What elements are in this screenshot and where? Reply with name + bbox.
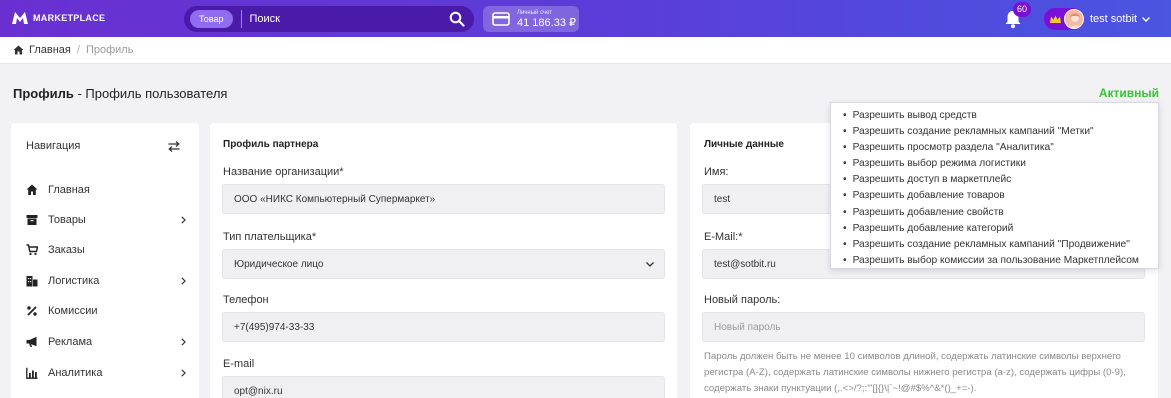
search-divider <box>240 10 242 28</box>
partner-card-title: Профиль партнера <box>223 139 319 150</box>
chevron-down-icon <box>1142 16 1151 22</box>
permission-item: Разрешить добавление категорий <box>843 221 1158 237</box>
personal-card-title: Личные данные <box>704 139 784 150</box>
permission-item: Разрешить вывод средств <box>843 108 1158 124</box>
org-name-value: ООО «НИКС Компьютерный Супермаркет» <box>234 193 436 205</box>
sidebar-item-logistics[interactable]: Логистика <box>26 271 186 291</box>
email-value: test@sotbit.ru <box>714 258 776 270</box>
logo[interactable]: MARKETPLACE <box>12 11 105 25</box>
home-icon <box>13 45 24 55</box>
org-name-field[interactable]: ООО «НИКС Компьютерный Супермаркет» <box>222 184 665 214</box>
search-icon[interactable] <box>449 11 465 27</box>
search-bar: Товар <box>184 6 474 32</box>
chevron-right-icon <box>181 369 186 377</box>
sidebar-item-analytics[interactable]: Аналитика <box>26 363 186 383</box>
email-label: E-Mail:* <box>704 231 743 243</box>
phone-field[interactable]: +7(495)974-33-33 <box>222 312 665 342</box>
box-icon <box>26 215 38 225</box>
payer-type-select[interactable]: Юридическое лицо <box>222 249 665 279</box>
logo-icon <box>12 12 28 24</box>
sidebar-item-label: Товары <box>48 214 86 226</box>
avatar <box>1064 9 1084 29</box>
new-password-field[interactable]: Новый пароль <box>702 312 1145 342</box>
sidebar-item-label: Логистика <box>48 275 100 287</box>
page-title-bold: Профиль <box>13 86 74 101</box>
sidebar-item-label: Заказы <box>48 244 85 256</box>
building-icon <box>26 276 38 287</box>
megaphone-icon <box>26 336 37 347</box>
breadcrumb-current: Профиль <box>85 44 134 56</box>
notification-badge: 60 <box>1013 2 1031 17</box>
permissions-tooltip: Разрешить вывод средств Разрешить создан… <box>830 102 1159 269</box>
partner-profile-card: Профиль партнера Название организации* О… <box>210 123 677 398</box>
company-email-field[interactable]: opt@nix.ru <box>222 376 665 398</box>
chart-icon <box>26 367 38 379</box>
chevron-right-icon <box>181 216 186 224</box>
avatar-icon <box>1068 13 1082 28</box>
percent-icon <box>27 306 37 316</box>
cart-icon <box>26 244 38 256</box>
home-icon <box>26 184 38 195</box>
sidebar-item-commissions[interactable]: Комиссии <box>26 301 186 321</box>
sidebar-item-label: Аналитика <box>48 367 103 379</box>
payer-type-value: Юридическое лицо <box>234 258 324 270</box>
status-badge: Активный <box>1098 86 1159 100</box>
page-title: Профиль - Профиль пользователя <box>13 86 227 101</box>
phone-label: Телефон <box>223 294 269 306</box>
new-password-label: Новый пароль: <box>704 294 781 306</box>
crown-icon <box>1050 15 1061 23</box>
permission-item: Разрешить создание рекламных кампаний "П… <box>843 237 1158 253</box>
permission-item: Разрешить просмотр раздела "Аналитика" <box>843 140 1158 156</box>
sidebar-item-label: Главная <box>48 184 90 196</box>
top-navbar: MARKETPLACE Товар Личный счет 41 186.33 … <box>0 0 1171 37</box>
logo-text: MARKETPLACE <box>33 13 106 23</box>
password-hint: Пароль должен быть не менее 10 символов … <box>704 351 1126 394</box>
new-password-placeholder: Новый пароль <box>714 321 781 333</box>
sidebar-title: Навигация <box>26 140 81 152</box>
breadcrumb-separator: / <box>76 44 80 56</box>
chevron-right-icon <box>181 277 186 285</box>
search-category-button[interactable]: Товар <box>190 10 233 28</box>
name-value: test <box>714 193 731 205</box>
permission-item: Разрешить выбор режима логистики <box>843 156 1158 172</box>
user-badge <box>1044 8 1084 30</box>
phone-value: +7(495)974-33-33 <box>234 321 315 333</box>
account-label: Личный счет <box>517 9 553 16</box>
permission-item: Разрешить создание рекламных кампаний "М… <box>843 124 1158 140</box>
sidebar-item-orders[interactable]: Заказы <box>26 240 186 260</box>
sidebar-item-products[interactable]: Товары <box>26 210 186 230</box>
payer-type-label: Тип плательщика* <box>223 231 317 243</box>
sidebar-navigation: Навигация Главная Товары Заказы Логистик… <box>11 123 199 398</box>
search-input[interactable] <box>249 13 449 25</box>
account-balance[interactable]: Личный счет 41 186.33 ₽ <box>483 6 579 32</box>
sidebar-item-advertising[interactable]: Реклама <box>26 332 186 352</box>
company-email-value: opt@nix.ru <box>234 385 283 397</box>
user-menu[interactable]: test sotbit <box>1044 7 1151 31</box>
name-label: Имя: <box>704 166 729 178</box>
sidebar-item-label: Реклама <box>48 336 93 348</box>
wallet-icon <box>492 12 510 26</box>
user-name: test sotbit <box>1090 13 1138 25</box>
permission-item: Разрешить добавление свойств <box>843 205 1158 221</box>
sidebar-item-label: Комиссии <box>48 305 98 317</box>
sidebar-item-home[interactable]: Главная <box>26 180 186 200</box>
chevron-down-icon <box>646 262 654 267</box>
company-email-label: E-mail <box>223 358 255 370</box>
org-name-label: Название организации* <box>223 166 344 178</box>
page-title-rest: - Профиль пользователя <box>73 86 228 101</box>
chevron-right-icon <box>181 338 186 346</box>
permission-item: Разрешить добавление товаров <box>843 188 1158 204</box>
permission-item: Разрешить выбор комиссии за пользование … <box>843 253 1158 269</box>
permission-item: Разрешить доступ в маркетплейс <box>843 172 1158 188</box>
breadcrumb-home-link[interactable]: Главная <box>29 44 71 56</box>
breadcrumb: Главная / Профиль <box>0 37 1171 64</box>
swap-icon[interactable] <box>168 141 180 152</box>
account-amount: 41 186.33 ₽ <box>517 16 576 29</box>
